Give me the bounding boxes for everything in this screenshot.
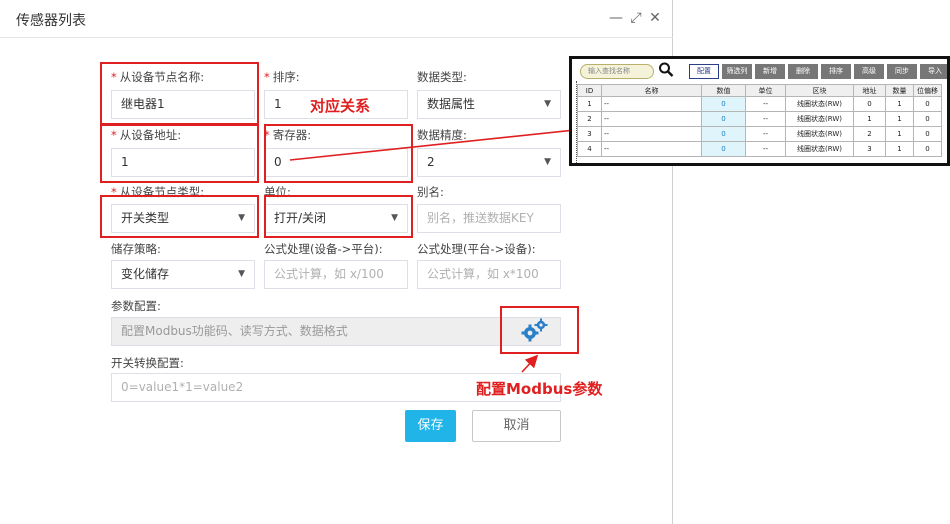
cell-address: 0	[853, 96, 886, 112]
cell-count: 1	[885, 96, 914, 112]
cell-name: --	[601, 141, 702, 157]
cell-value[interactable]: 0	[701, 96, 746, 112]
data-type-value: 数据属性	[427, 97, 476, 111]
import-button[interactable]: 导入	[920, 64, 947, 79]
highlight-unit	[264, 195, 413, 238]
switch-config-label: 开关转换配置:	[111, 356, 184, 370]
table-header-row: ID 名称 数值 单位 区块 地址 数量 位偏移	[577, 84, 942, 97]
cell-block: 线圈状态(RW)	[785, 111, 854, 127]
precision-select[interactable]: 2 ▼	[417, 148, 561, 177]
formula-down-label: 公式处理(平台->设备):	[417, 242, 536, 256]
data-type-label: 数据类型:	[417, 70, 467, 84]
cell-bit-offset: 0	[913, 111, 942, 127]
cell-unit: --	[745, 111, 786, 127]
advanced-button[interactable]: 高级	[854, 64, 884, 79]
cell-bit-offset: 0	[913, 126, 942, 142]
cell-value[interactable]: 0	[701, 126, 746, 142]
modbus-annotation: 配置Modbus参数	[476, 380, 603, 398]
table-row[interactable]: 3 -- 0 -- 线圈状态(RW) 2 1 0	[577, 126, 942, 142]
column-header[interactable]: 地址	[853, 84, 886, 97]
search-icon[interactable]	[658, 61, 674, 79]
config-button[interactable]: 配置	[689, 64, 719, 79]
column-header[interactable]: ID	[577, 84, 602, 97]
save-button[interactable]: 保存	[405, 410, 456, 442]
chevron-down-icon: ▼	[238, 269, 245, 279]
storage-value: 变化储存	[121, 267, 170, 281]
close-icon[interactable]: ✕	[647, 9, 663, 27]
cell-unit: --	[745, 141, 786, 157]
column-header[interactable]: 数量	[885, 84, 914, 97]
table-row[interactable]: 2 -- 0 -- 线圈状态(RW) 1 1 0	[577, 111, 942, 127]
cell-block: 线圈状态(RW)	[785, 96, 854, 112]
column-header[interactable]: 数值	[701, 84, 746, 97]
cell-name: --	[601, 111, 702, 127]
cell-value[interactable]: 0	[701, 141, 746, 157]
dialog-title: 传感器列表	[16, 13, 86, 29]
cell-unit: --	[745, 126, 786, 142]
cell-address: 2	[853, 126, 886, 142]
storage-select[interactable]: 变化储存 ▼	[111, 260, 255, 289]
cell-address: 1	[853, 111, 886, 127]
formula-down-input[interactable]: 公式计算，如 x*100	[417, 260, 561, 289]
modbus-table-panel: 输入查找名称 配置 筛选列 新增 删除 排序 高级 同步 导入 ID 名称 数值…	[569, 56, 950, 166]
cell-count: 1	[885, 141, 914, 157]
cell-id: 4	[577, 141, 602, 157]
cell-block: 线圈状态(RW)	[785, 126, 854, 142]
cell-id: 1	[577, 96, 602, 112]
data-type-select[interactable]: 数据属性 ▼	[417, 90, 561, 119]
precision-label: 数据精度:	[417, 128, 467, 142]
cell-name: --	[601, 96, 702, 112]
cell-block: 线圈状态(RW)	[785, 141, 854, 157]
column-header[interactable]: 位偏移	[913, 84, 942, 97]
add-button[interactable]: 新增	[755, 64, 785, 79]
precision-value: 2	[427, 155, 435, 169]
cell-bit-offset: 0	[913, 141, 942, 157]
cell-id: 2	[577, 111, 602, 127]
mapping-annotation: 对应关系	[310, 97, 371, 115]
cell-bit-offset: 0	[913, 96, 942, 112]
sort-button[interactable]: 排序	[821, 64, 851, 79]
table-row[interactable]: 1 -- 0 -- 线圈状态(RW) 0 1 0	[577, 96, 942, 112]
dialog-header: 传感器列表 — ⤢ ✕	[0, 0, 673, 38]
cell-id: 3	[577, 126, 602, 142]
highlight-gear	[500, 306, 579, 354]
formula-up-label: 公式处理(设备->平台):	[264, 242, 383, 256]
cell-count: 1	[885, 126, 914, 142]
cell-unit: --	[745, 96, 786, 112]
alias-label: 别名:	[417, 185, 444, 199]
storage-label: 储存策略:	[111, 242, 161, 256]
column-header[interactable]: 名称	[601, 84, 702, 97]
minimize-icon[interactable]: —	[608, 9, 624, 27]
maximize-icon[interactable]: ⤢	[628, 9, 644, 27]
cell-address: 3	[853, 141, 886, 157]
sort-label: * 排序:	[264, 70, 300, 84]
cancel-button[interactable]: 取消	[472, 410, 561, 442]
table-row[interactable]: 4 -- 0 -- 线圈状态(RW) 3 1 0	[577, 141, 942, 157]
chevron-down-icon: ▼	[544, 157, 551, 167]
cell-value[interactable]: 0	[701, 111, 746, 127]
highlight-node-name	[100, 62, 259, 125]
formula-up-input[interactable]: 公式计算，如 x/100	[264, 260, 408, 289]
delete-button[interactable]: 删除	[788, 64, 818, 79]
param-config-label: 参数配置:	[111, 299, 161, 313]
highlight-address	[100, 124, 259, 183]
alias-input[interactable]: 别名，推送数据KEY	[417, 204, 561, 233]
filter-columns-button[interactable]: 筛选列	[722, 64, 752, 79]
register-table: ID 名称 数值 单位 区块 地址 数量 位偏移 1 -- 0 -- 线圈状态(…	[577, 84, 942, 157]
highlight-node-type	[100, 195, 259, 238]
cell-count: 1	[885, 111, 914, 127]
column-header[interactable]: 区块	[785, 84, 854, 97]
sync-button[interactable]: 同步	[887, 64, 917, 79]
param-config-input: 配置Modbus功能码、读写方式、数据格式	[111, 317, 561, 346]
table-search-input[interactable]: 输入查找名称	[580, 64, 654, 79]
chevron-down-icon: ▼	[544, 99, 551, 109]
highlight-register	[264, 124, 413, 183]
cell-name: --	[601, 126, 702, 142]
column-header[interactable]: 单位	[745, 84, 786, 97]
